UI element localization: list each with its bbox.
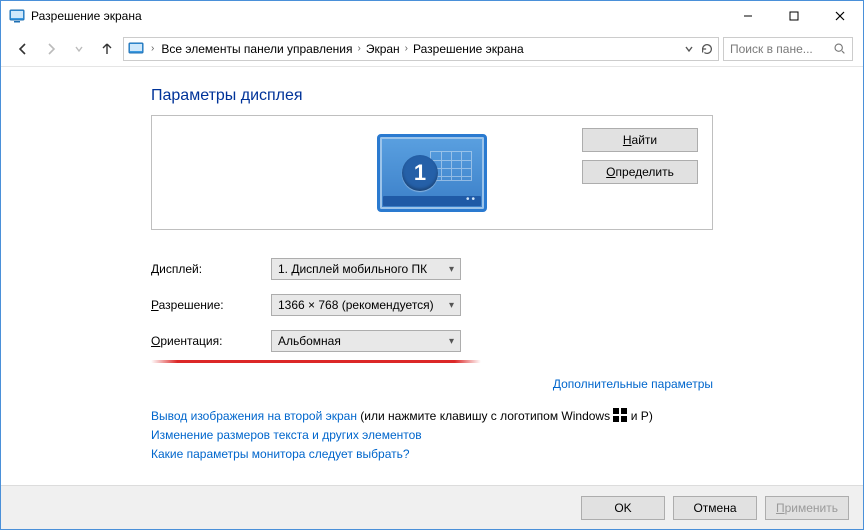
chevron-down-icon: ▾ (449, 336, 454, 347)
display-value: 1. Дисплей мобильного ПК (278, 262, 427, 276)
display-combo[interactable]: 1. Дисплей мобильного ПК ▾ (271, 258, 461, 280)
address-bar[interactable]: › Все элементы панели управления › Экран… (123, 37, 719, 61)
up-button[interactable] (95, 37, 119, 61)
page-heading: Параметры дисплея (151, 87, 713, 105)
chevron-down-icon: ▾ (449, 300, 454, 311)
chevron-right-icon: › (354, 43, 363, 54)
monitor-number: 1 (402, 155, 438, 191)
titlebar: Разрешение экрана (1, 1, 863, 31)
content: Параметры дисплея 1 Найти Определить Дис… (1, 67, 863, 465)
search-input[interactable]: Поиск в пане... (723, 37, 853, 61)
find-button[interactable]: Найти (582, 128, 698, 152)
chevron-right-icon: › (402, 43, 411, 54)
navbar: › Все элементы панели управления › Экран… (1, 31, 863, 67)
orientation-label: Ориентация: (151, 334, 271, 348)
refresh-icon[interactable] (700, 42, 714, 56)
help-link[interactable]: Какие параметры монитора следует выбрать… (151, 447, 410, 461)
chevron-down-icon[interactable] (684, 44, 694, 54)
breadcrumb-item[interactable]: Все элементы панели управления (161, 42, 352, 56)
advanced-settings-link[interactable]: Дополнительные параметры (553, 377, 713, 391)
breadcrumb-item[interactable]: Экран (366, 42, 400, 56)
window-title: Разрешение экрана (31, 9, 142, 23)
cancel-button[interactable]: Отмена (673, 496, 757, 520)
orientation-value: Альбомная (278, 334, 341, 348)
apply-button[interactable]: Применить (765, 496, 849, 520)
recent-dropdown[interactable] (67, 37, 91, 61)
project-tail: и P) (627, 409, 652, 423)
display-label: Дисплей: (151, 262, 271, 276)
search-placeholder: Поиск в пане... (730, 42, 833, 56)
bottom-bar: OK Отмена Применить (1, 485, 863, 529)
monitor-icon (128, 41, 144, 57)
back-button[interactable] (11, 37, 35, 61)
chevron-right-icon: › (148, 43, 157, 54)
display-preview: 1 Найти Определить (151, 115, 713, 230)
window: Разрешение экрана › Все элементы панели … (0, 0, 864, 530)
project-hint: (или нажмите клавишу с логотипом Windows (357, 409, 613, 423)
resolution-combo[interactable]: 1366 × 768 (рекомендуется) ▾ (271, 294, 461, 316)
monitor-icon (9, 8, 25, 24)
close-button[interactable] (817, 1, 863, 31)
detect-button[interactable]: Определить (582, 160, 698, 184)
resolution-label: Разрешение: (151, 298, 271, 312)
project-link[interactable]: Вывод изображения на второй экран (151, 409, 357, 423)
monitor-thumbnail[interactable]: 1 (377, 134, 487, 212)
chevron-down-icon: ▾ (449, 264, 454, 275)
resolution-value: 1366 × 768 (рекомендуется) (278, 298, 434, 312)
search-icon (833, 42, 846, 55)
breadcrumb-item[interactable]: Разрешение экрана (413, 42, 524, 56)
forward-button[interactable] (39, 37, 63, 61)
ok-button[interactable]: OK (581, 496, 665, 520)
orientation-combo[interactable]: Альбомная ▾ (271, 330, 461, 352)
maximize-button[interactable] (771, 1, 817, 31)
highlight-underline (151, 360, 481, 363)
text-size-link[interactable]: Изменение размеров текста и других элеме… (151, 428, 422, 442)
minimize-button[interactable] (725, 1, 771, 31)
windows-logo-icon (613, 408, 627, 422)
